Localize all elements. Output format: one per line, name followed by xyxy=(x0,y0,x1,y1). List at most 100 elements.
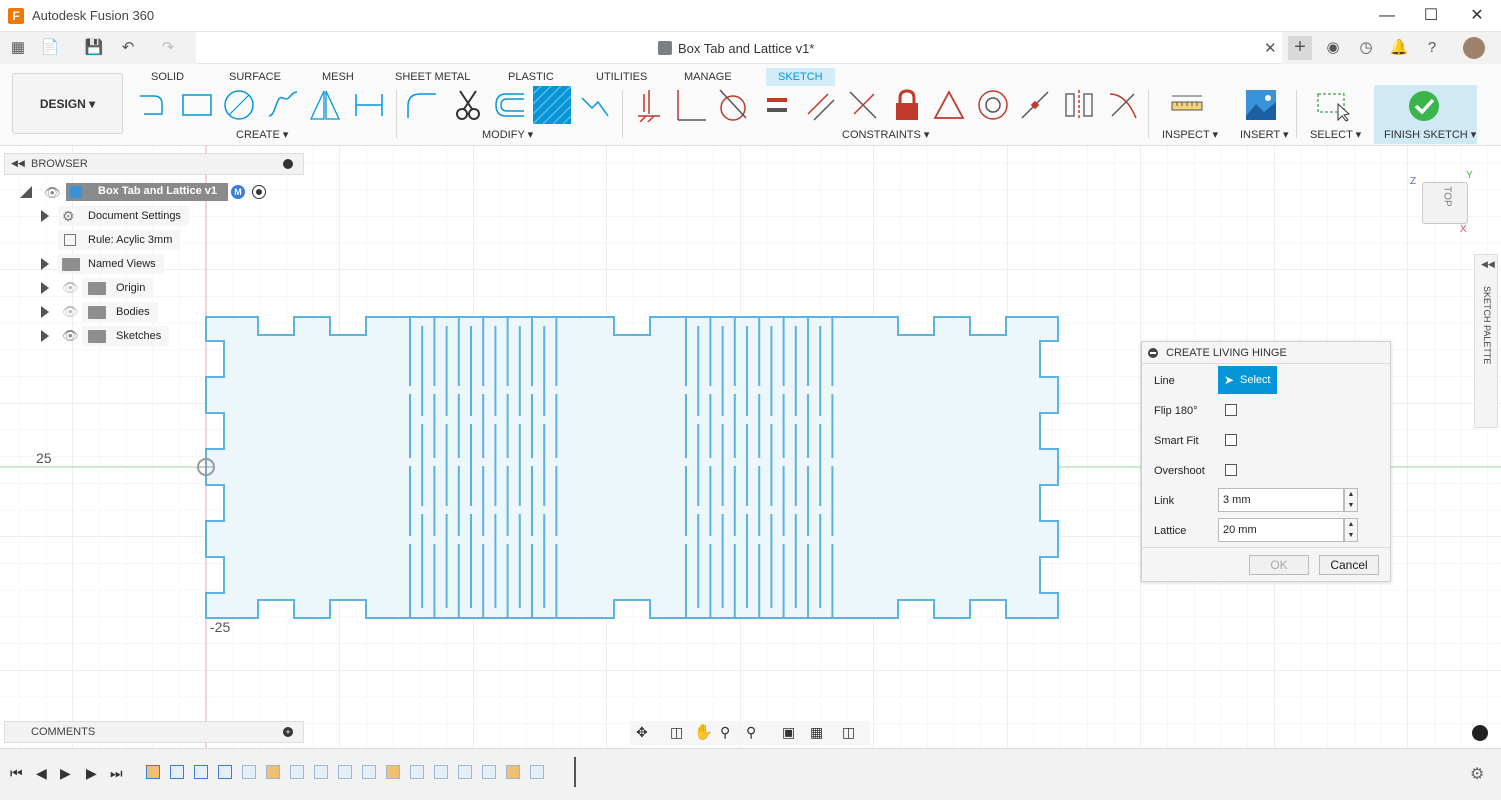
tab-solid[interactable]: SOLID xyxy=(145,68,190,86)
expand-origin-icon[interactable] xyxy=(41,282,49,294)
fix-constraint-icon[interactable] xyxy=(632,88,666,122)
ok-button[interactable]: OK xyxy=(1249,555,1309,575)
activate-radio-icon[interactable] xyxy=(252,185,266,199)
overshoot-checkbox[interactable] xyxy=(1225,464,1237,476)
sketch-palette-collapsed[interactable]: ◀◀ SKETCH PALETTE xyxy=(1474,254,1498,428)
timeline-feature-icon[interactable] xyxy=(386,765,400,779)
expand-palette-icon[interactable]: ◀◀ xyxy=(1481,259,1495,270)
browser-item-named-views[interactable]: Named Views xyxy=(58,254,164,274)
look-at-icon[interactable]: ◫ xyxy=(670,724,683,741)
lock-icon[interactable] xyxy=(890,88,924,122)
expand-named-views-icon[interactable] xyxy=(41,258,49,270)
trim-tool-icon[interactable] xyxy=(450,88,484,122)
app-grid-icon[interactable]: ▦ xyxy=(8,38,28,58)
spline-tool-icon[interactable] xyxy=(266,88,300,122)
mirror-tool-icon[interactable] xyxy=(308,88,342,122)
play-icon[interactable]: ▶ xyxy=(60,765,71,782)
browser-item-origin[interactable]: Origin xyxy=(82,278,154,298)
add-comment-icon[interactable]: + xyxy=(283,727,293,737)
text-commands-icon[interactable] xyxy=(1472,725,1488,741)
fillet-tool-icon[interactable] xyxy=(404,88,438,122)
minimize-icon[interactable]: — xyxy=(1364,4,1410,28)
collapse-root-icon[interactable] xyxy=(20,186,32,198)
timeline-feature-icon[interactable] xyxy=(338,765,352,779)
line-select-button[interactable]: ➤ Select xyxy=(1218,366,1277,394)
step-forward-icon[interactable]: ▶ xyxy=(86,765,97,782)
move-tool-icon[interactable] xyxy=(578,88,612,122)
dialog-header[interactable]: CREATE LIVING HINGE xyxy=(1142,342,1390,364)
timeline-feature-icon[interactable] xyxy=(194,765,208,779)
cancel-button[interactable]: Cancel xyxy=(1319,555,1379,575)
timeline-feature-icon[interactable] xyxy=(482,765,496,779)
curvature-constraint-icon[interactable] xyxy=(1106,88,1140,122)
perpendicular-cross-icon[interactable] xyxy=(846,88,880,122)
modify-menu[interactable]: MODIFY ▾ xyxy=(482,128,533,141)
help-icon[interactable]: ? xyxy=(1422,38,1442,58)
new-tab-icon[interactable]: + xyxy=(1288,36,1312,60)
viewports-icon[interactable]: ◫ xyxy=(842,724,855,741)
timeline-marker[interactable] xyxy=(574,757,576,787)
redo-icon[interactable]: ↷ xyxy=(158,38,178,58)
tab-sheet-metal[interactable]: SHEET METAL xyxy=(389,68,476,86)
concentric-constraint-icon[interactable] xyxy=(976,88,1010,122)
maximize-icon[interactable]: ☐ xyxy=(1408,4,1454,28)
perpendicular-constraint-icon[interactable] xyxy=(674,88,708,122)
hidden-eye-icon[interactable]: 👁 xyxy=(62,280,79,296)
go-to-start-icon[interactable]: ⏮ xyxy=(10,765,23,782)
view-cube[interactable]: TOP xyxy=(1422,182,1468,224)
measure-icon[interactable] xyxy=(1170,88,1204,122)
offset-tool-icon[interactable] xyxy=(492,88,526,122)
timeline-feature-icon[interactable] xyxy=(458,765,472,779)
tab-surface[interactable]: SURFACE xyxy=(223,68,287,86)
tangent-constraint-icon[interactable] xyxy=(716,88,750,122)
expand-bodies-icon[interactable] xyxy=(41,306,49,318)
collapse-browser-icon[interactable]: ◀◀ xyxy=(11,158,25,169)
timeline-feature-icon[interactable] xyxy=(242,765,256,779)
circle-tool-icon[interactable] xyxy=(222,88,256,122)
timeline-feature-icon[interactable] xyxy=(434,765,448,779)
inspect-menu[interactable]: INSPECT ▾ xyxy=(1162,128,1218,141)
timeline-feature-icon[interactable] xyxy=(362,765,376,779)
avatar[interactable] xyxy=(1463,37,1485,59)
visibility-eye-icon[interactable]: 👁 xyxy=(62,328,79,344)
comments-panel[interactable]: COMMENTS + xyxy=(4,721,304,743)
workspace-switcher[interactable]: DESIGN ▾ xyxy=(12,73,123,134)
undo-icon[interactable]: ↶ xyxy=(118,38,138,58)
job-status-icon[interactable]: ◷ xyxy=(1356,38,1376,58)
lattice-spinner[interactable]: ▲ ▼ xyxy=(1344,518,1358,542)
browser-item-bodies[interactable]: Bodies xyxy=(82,302,158,322)
browser-item-rule[interactable]: Rule: Acylic 3mm xyxy=(58,230,181,250)
browser-item-document-settings[interactable]: ⚙ Document Settings xyxy=(58,206,189,226)
midpoint-constraint-icon[interactable] xyxy=(1018,88,1052,122)
browser-item-sketches[interactable]: Sketches xyxy=(82,326,170,346)
timeline-settings-gear-icon[interactable]: ⚙ xyxy=(1470,764,1484,784)
flip-checkbox[interactable] xyxy=(1225,404,1237,416)
file-menu-icon[interactable]: 📄 xyxy=(40,38,60,58)
close-tab-icon[interactable]: ✕ xyxy=(1264,39,1277,57)
timeline-feature-icon[interactable] xyxy=(506,765,520,779)
lattice-input[interactable]: 20 mm xyxy=(1218,518,1344,542)
parallel-constraint-icon[interactable] xyxy=(804,88,838,122)
line-tool-icon[interactable] xyxy=(136,88,170,122)
grid-settings-icon[interactable]: ▦ xyxy=(810,724,823,741)
tab-sketch[interactable]: SKETCH xyxy=(766,68,835,86)
go-to-end-icon[interactable]: ⏭ xyxy=(110,765,123,782)
display-settings-icon[interactable]: ▣ xyxy=(782,724,795,741)
timeline-feature-icon[interactable] xyxy=(530,765,544,779)
dimension-tool-icon[interactable] xyxy=(352,88,386,122)
save-icon[interactable]: 💾 xyxy=(84,38,104,58)
insert-menu[interactable]: INSERT ▾ xyxy=(1240,128,1289,141)
document-tab[interactable]: Box Tab and Lattice v1* ✕ xyxy=(196,32,1282,64)
close-icon[interactable]: ✕ xyxy=(1454,4,1500,28)
fit-zoom-icon[interactable]: ⚲ xyxy=(746,724,756,741)
timeline-feature-icon[interactable] xyxy=(290,765,304,779)
symmetry-constraint-icon[interactable] xyxy=(1062,88,1096,122)
select-window-icon[interactable] xyxy=(1316,88,1350,122)
equal-constraint-icon[interactable] xyxy=(760,88,794,122)
tab-plastic[interactable]: PLASTIC xyxy=(502,68,560,86)
tab-utilities[interactable]: UTILITIES xyxy=(590,68,653,86)
hidden-eye-icon[interactable]: 👁 xyxy=(62,304,79,320)
timeline-feature-icon[interactable] xyxy=(410,765,424,779)
tab-manage[interactable]: MANAGE xyxy=(678,68,738,86)
finish-sketch-menu[interactable]: FINISH SKETCH ▾ xyxy=(1384,128,1476,141)
